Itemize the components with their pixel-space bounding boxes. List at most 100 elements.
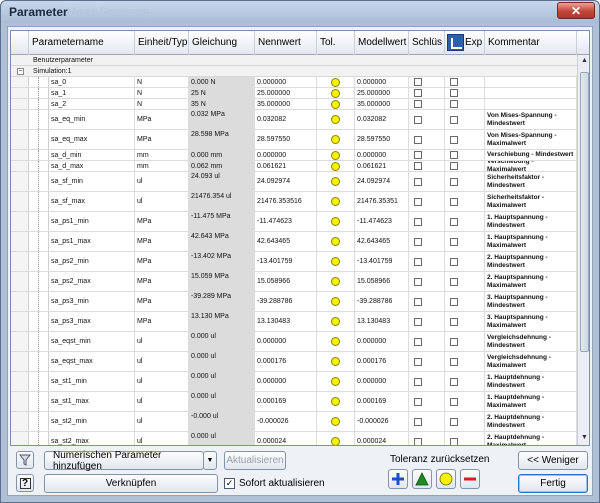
link-button[interactable]: Verknüpfen bbox=[44, 474, 218, 493]
tolerance-circle-icon[interactable] bbox=[331, 417, 340, 426]
tolerance-circle-icon[interactable] bbox=[331, 277, 340, 286]
table-row[interactable]: sa_eqst_min ul 0.000 ul 0.000000 0.000000 Ver… bbox=[11, 332, 577, 352]
tolerance-cell[interactable] bbox=[317, 312, 355, 331]
tolerance-circle-icon[interactable] bbox=[331, 115, 340, 124]
key-cell[interactable] bbox=[409, 332, 445, 351]
cell-unit[interactable]: ul bbox=[135, 332, 189, 351]
cell-unit[interactable]: MPa bbox=[135, 130, 189, 149]
cell-equation[interactable]: 0.062 mm bbox=[189, 161, 255, 171]
tolerance-circle-icon[interactable] bbox=[331, 77, 340, 87]
cell-nominal[interactable]: 0.000169 bbox=[255, 392, 317, 411]
cell-name[interactable]: sa_d_max bbox=[49, 161, 135, 171]
cell-nominal[interactable]: -13.401759 bbox=[255, 252, 317, 271]
cell-equation[interactable]: 0.000 ul bbox=[189, 332, 255, 351]
cell-name[interactable]: sa_2 bbox=[49, 99, 135, 109]
tolerance-cell[interactable] bbox=[317, 252, 355, 271]
cell-model[interactable]: -11.474623 bbox=[355, 212, 409, 231]
cell-equation[interactable]: 0.000 ul bbox=[189, 372, 255, 391]
done-button[interactable]: Fertig bbox=[518, 474, 588, 493]
key-cell[interactable] bbox=[409, 161, 445, 171]
key-checkbox[interactable] bbox=[414, 417, 422, 426]
export-cell[interactable] bbox=[445, 88, 485, 98]
table-row[interactable]: sa_0 N 0.000 N 0.000000 0.000000 bbox=[11, 77, 577, 88]
table-row[interactable]: sa_ps1_min MPa -11.475 MPa -11.474623 -11.47… bbox=[11, 212, 577, 232]
table-row[interactable]: sa_eqst_max ul 0.000 ul 0.000176 0.000176 Ver… bbox=[11, 352, 577, 372]
cell-name[interactable]: sa_1 bbox=[49, 88, 135, 98]
key-checkbox[interactable] bbox=[414, 78, 422, 86]
export-checkbox[interactable] bbox=[450, 135, 458, 144]
tolerance-cell[interactable] bbox=[317, 392, 355, 411]
key-checkbox[interactable] bbox=[414, 151, 422, 159]
table-row[interactable]: sa_1 N 25 N 25.000000 25.000000 bbox=[11, 88, 577, 99]
cell-name[interactable]: sa_ps1_max bbox=[49, 232, 135, 251]
cell-model[interactable]: 15.058966 bbox=[355, 272, 409, 291]
tolerance-cell[interactable] bbox=[317, 77, 355, 87]
cell-equation[interactable]: 21476.354 ul bbox=[189, 192, 255, 211]
cell-equation[interactable]: 15.059 MPa bbox=[189, 272, 255, 291]
cell-comment[interactable] bbox=[485, 88, 577, 98]
key-cell[interactable] bbox=[409, 412, 445, 431]
cell-comment[interactable]: 1. Hauptdehnung - Mindestwert bbox=[485, 372, 577, 391]
table-row[interactable]: sa_2 N 35 N 35.000000 35.000000 bbox=[11, 99, 577, 110]
cell-equation[interactable]: -0.000 ul bbox=[189, 412, 255, 431]
export-checkbox[interactable] bbox=[450, 297, 458, 306]
key-checkbox[interactable] bbox=[414, 257, 422, 266]
cell-unit[interactable]: N bbox=[135, 77, 189, 87]
key-checkbox[interactable] bbox=[414, 377, 422, 386]
cell-unit[interactable]: N bbox=[135, 99, 189, 109]
cell-name[interactable]: sa_ps3_max bbox=[49, 312, 135, 331]
scroll-down-icon[interactable]: ▼ bbox=[579, 432, 589, 444]
cell-model[interactable]: 0.032082 bbox=[355, 110, 409, 129]
tolerance-cell[interactable] bbox=[317, 272, 355, 291]
export-checkbox[interactable] bbox=[450, 115, 458, 124]
cell-comment[interactable]: 3. Hauptspannung - Maximalwert bbox=[485, 312, 577, 331]
cell-name[interactable]: sa_d_min bbox=[49, 150, 135, 160]
key-checkbox[interactable] bbox=[414, 317, 422, 326]
table-row[interactable]: sa_ps2_min MPa -13.402 MPa -13.401759 -13.40… bbox=[11, 252, 577, 272]
tolerance-nominal-button[interactable] bbox=[436, 469, 456, 489]
cell-comment[interactable]: 2. Hauptdehnung - Mindestwert bbox=[485, 412, 577, 431]
tolerance-upper-button[interactable] bbox=[388, 469, 408, 489]
export-cell[interactable] bbox=[445, 312, 485, 331]
cell-name[interactable]: sa_ps3_min bbox=[49, 292, 135, 311]
key-cell[interactable] bbox=[409, 352, 445, 371]
cell-nominal[interactable]: 0.000000 bbox=[255, 150, 317, 160]
export-checkbox[interactable] bbox=[450, 78, 458, 86]
export-cell[interactable] bbox=[445, 232, 485, 251]
tolerance-circle-icon[interactable] bbox=[331, 297, 340, 306]
cell-model[interactable]: 13.130483 bbox=[355, 312, 409, 331]
cell-comment[interactable]: Sicherheitsfaktor - Mindestwert bbox=[485, 172, 577, 191]
cell-nominal[interactable]: 42.643465 bbox=[255, 232, 317, 251]
cell-model[interactable]: 0.000176 bbox=[355, 352, 409, 371]
cell-name[interactable]: sa_st2_max bbox=[49, 432, 135, 445]
key-checkbox[interactable] bbox=[414, 89, 422, 97]
cell-equation[interactable]: 24.093 ul bbox=[189, 172, 255, 191]
cell-name[interactable]: sa_ps2_min bbox=[49, 252, 135, 271]
key-cell[interactable] bbox=[409, 212, 445, 231]
key-cell[interactable] bbox=[409, 392, 445, 411]
cell-unit[interactable]: MPa bbox=[135, 232, 189, 251]
header-tolerance[interactable]: Tol. bbox=[317, 31, 355, 55]
cell-name[interactable]: sa_eqst_max bbox=[49, 352, 135, 371]
tolerance-cell[interactable] bbox=[317, 232, 355, 251]
cell-comment[interactable]: 2. Hauptdehnung - Maximalwert bbox=[485, 432, 577, 445]
export-checkbox[interactable] bbox=[450, 357, 458, 366]
export-cell[interactable] bbox=[445, 252, 485, 271]
tolerance-circle-icon[interactable] bbox=[331, 237, 340, 246]
export-cell[interactable] bbox=[445, 292, 485, 311]
export-cell[interactable] bbox=[445, 272, 485, 291]
export-cell[interactable] bbox=[445, 110, 485, 129]
title-bar[interactable]: Parameter Mises-Spannung ✕ bbox=[1, 1, 599, 23]
group-user-parameters[interactable]: Benutzerparameter bbox=[11, 55, 577, 66]
cell-equation[interactable]: 0.000 ul bbox=[189, 352, 255, 371]
cell-name[interactable]: sa_st2_min bbox=[49, 412, 135, 431]
cell-comment[interactable] bbox=[485, 99, 577, 109]
tolerance-cell[interactable] bbox=[317, 332, 355, 351]
tolerance-cell[interactable] bbox=[317, 212, 355, 231]
tolerance-circle-icon[interactable] bbox=[331, 88, 340, 98]
key-cell[interactable] bbox=[409, 432, 445, 445]
export-cell[interactable] bbox=[445, 77, 485, 87]
cell-nominal[interactable]: 35.000000 bbox=[255, 99, 317, 109]
key-cell[interactable] bbox=[409, 130, 445, 149]
cell-model[interactable]: 0.000169 bbox=[355, 392, 409, 411]
